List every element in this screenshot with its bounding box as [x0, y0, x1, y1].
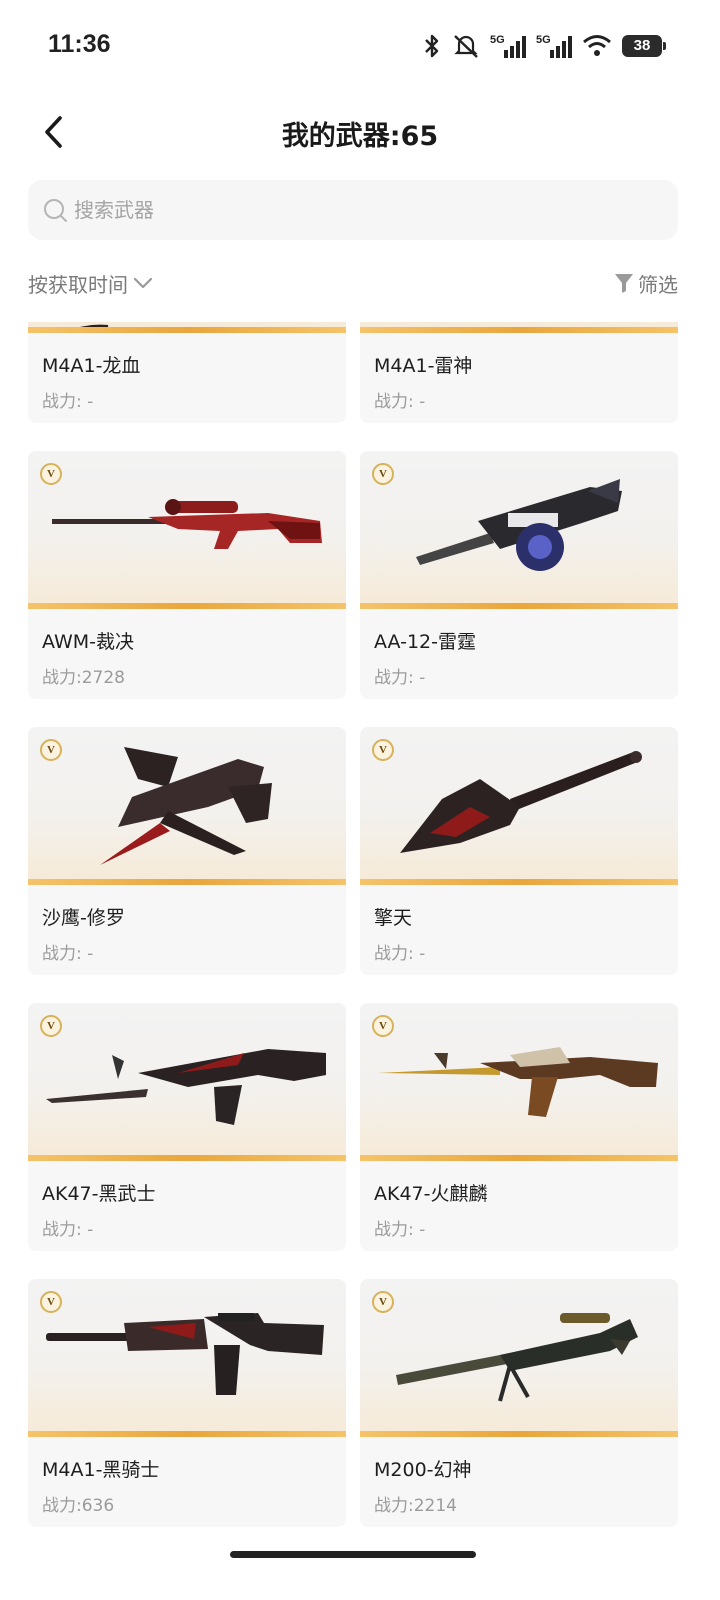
weapon-card[interactable]: V 擎天 战力: - [360, 727, 678, 975]
sort-label: 按获取时间 [28, 272, 128, 297]
weapon-power: 战力: - [42, 944, 94, 964]
weapon-power: 战力: - [374, 392, 426, 412]
svg-text:5G: 5G [536, 34, 551, 46]
shovel-icon [400, 751, 642, 853]
weapon-card[interactable]: M4A1-雷神 战力: - [360, 322, 678, 423]
shotgun-drum-icon [416, 479, 622, 571]
sort-dropdown[interactable]: 按获取时间 [28, 269, 154, 298]
weapon-card[interactable]: V M4A1-黑骑士 战力:636 [28, 1279, 346, 1527]
weapon-card[interactable]: V M200-幻神 战力:2214 [360, 1279, 678, 1527]
signal-icon-1: 5G [490, 34, 526, 58]
rifle-bayonet-icon [46, 1049, 326, 1125]
sort-filter-row: 按获取时间 筛选 [28, 266, 678, 300]
weapon-name: AK47-火麒麟 [374, 1183, 488, 1205]
weapon-power: 战力:2214 [374, 1496, 457, 1516]
weapon-name: 擎天 [374, 907, 413, 929]
weapon-power: 战力: - [374, 944, 426, 964]
weapon-name: 沙鹰-修罗 [42, 907, 125, 929]
weapon-name: M4A1-黑骑士 [42, 1459, 160, 1481]
weapon-card[interactable]: V AA-12-雷霆 战力: - [360, 451, 678, 699]
weapon-name: AA-12-雷霆 [374, 631, 476, 653]
home-indicator [230, 1551, 476, 1558]
weapon-name: AWM-裁决 [42, 631, 134, 653]
search-box[interactable] [28, 180, 678, 240]
bluetooth-icon [425, 34, 439, 58]
weapon-power: 战力: - [374, 1220, 426, 1240]
weapon-card[interactable]: M4A1-龙血 战力: - [28, 322, 346, 423]
weapon-card[interactable]: V 沙鹰-修罗 战力: - [28, 727, 346, 975]
weapon-image-area: V [28, 451, 346, 609]
weapon-grid: M4A1-龙血 战力: - M4A1-雷神 战力: - V AWM-裁决 战力:… [28, 322, 678, 1527]
rifle-icon [67, 324, 109, 333]
filter-label: 筛选 [638, 272, 678, 297]
weapon-name: M4A1-龙血 [42, 355, 141, 377]
weapon-power: 战力:636 [42, 1496, 115, 1516]
status-icons: 5G 5G 38 [422, 32, 666, 60]
search-icon [44, 199, 67, 222]
weapon-image-area: V [360, 451, 678, 609]
rifle-icon [46, 1313, 324, 1395]
weapon-power: 战力: - [374, 668, 426, 688]
sniper-bipod-icon [396, 1313, 638, 1402]
page-title: 我的武器:65 [281, 121, 439, 152]
weapon-image-area: V [28, 1279, 346, 1437]
weapon-card[interactable]: V AK47-黑武士 战力: - [28, 1003, 346, 1251]
weapon-grid-viewport[interactable]: M4A1-龙血 战力: - M4A1-雷神 战力: - V AWM-裁决 战力:… [0, 322, 720, 1540]
header: 我的武器:65 [0, 100, 720, 164]
weapon-image-area: V [360, 727, 678, 885]
pistol-blade-icon [100, 747, 272, 865]
filter-button[interactable]: 筛选 [614, 269, 678, 298]
wifi-icon [583, 35, 611, 56]
weapon-image-area: V [28, 1003, 346, 1161]
weapon-image-area: V [360, 1279, 678, 1437]
mute-icon [454, 35, 478, 58]
svg-text:5G: 5G [490, 34, 505, 46]
weapon-image-area [28, 322, 346, 333]
filter-icon [615, 274, 633, 293]
weapon-image-area: V [28, 727, 346, 885]
weapon-power: 战力:2728 [42, 668, 125, 688]
weapon-power: 战力: - [42, 392, 94, 412]
chevron-down-icon [133, 277, 153, 289]
rifle-gold-icon [378, 1047, 658, 1117]
rifle-icon [360, 322, 678, 333]
weapon-image-area [360, 322, 678, 333]
weapon-name: M200-幻神 [374, 1459, 472, 1481]
status-bar: 11:36 5G 5G 38 [0, 0, 720, 92]
signal-icon-2: 5G [536, 34, 572, 58]
weapon-card[interactable]: V AWM-裁决 战力:2728 [28, 451, 346, 699]
weapon-power: 战力: - [42, 1220, 94, 1240]
weapon-name: M4A1-雷神 [374, 355, 473, 377]
status-time: 11:36 [48, 30, 111, 58]
search-input[interactable] [74, 198, 678, 222]
weapon-name: AK47-黑武士 [42, 1183, 156, 1205]
weapon-image-area: V [360, 1003, 678, 1161]
weapon-card[interactable]: V AK47-火麒麟 战力: - [360, 1003, 678, 1251]
battery-icon: 38 [622, 35, 666, 57]
sniper-rifle-icon [52, 499, 322, 549]
